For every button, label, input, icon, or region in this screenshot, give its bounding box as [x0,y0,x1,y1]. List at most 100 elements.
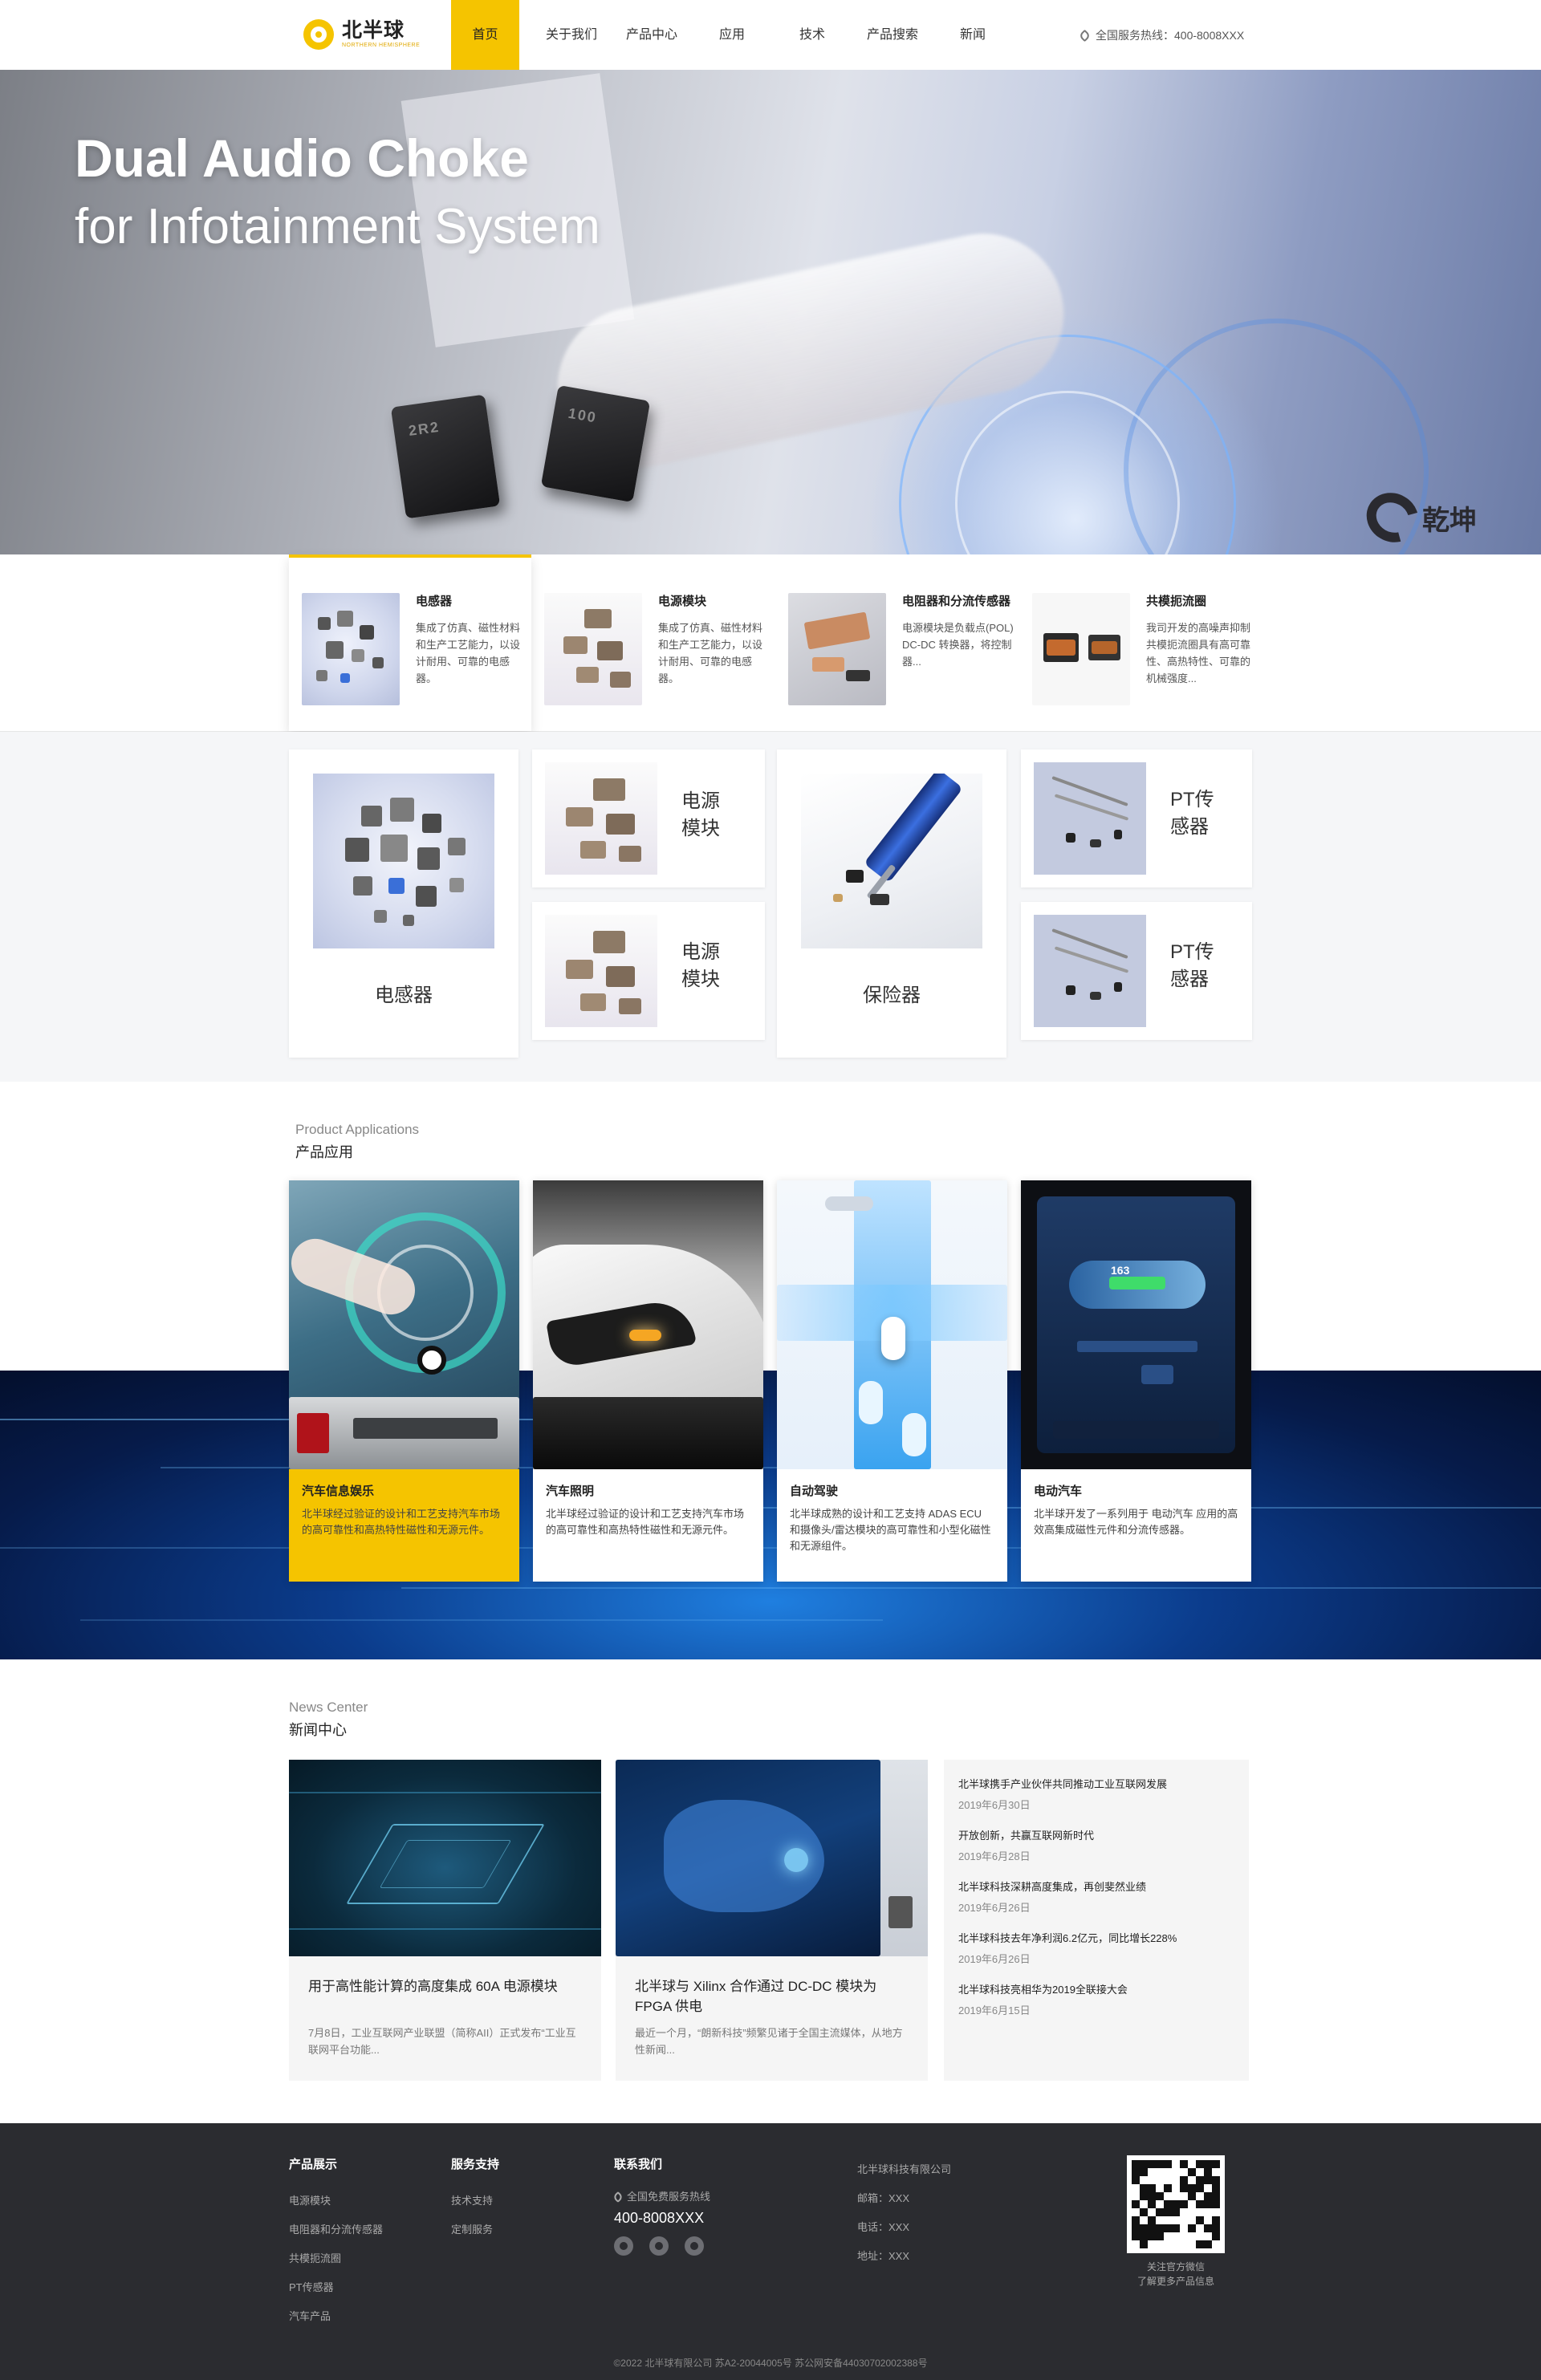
news-title: 北半球与 Xilinx 合作通过 DC-DC 模块为 FPGA 供电 [635,1979,877,2014]
nav-applications[interactable]: 应用 [692,0,772,70]
brand-swirl-icon [1357,483,1428,552]
autonomous-driving-image [777,1180,1007,1469]
product-card-pt-sensor[interactable]: PT传感器 [1021,902,1252,1040]
phone-icon [1078,29,1092,42]
nav-products[interactable]: 产品中心 [612,0,692,70]
news-list-item[interactable]: 北半球科技去年净利润6.2亿元，同比增长228% 2019年6月26日 [958,1930,1234,1981]
ev-dashboard-image: 163 [1021,1180,1251,1469]
footer-company-info: 北半球科技有限公司 邮箱：XXX 电话：XXX 地址：XXX [857,2163,952,2262]
news-card[interactable]: 北半球与 Xilinx 合作通过 DC-DC 模块为 FPGA 供电 最近一个月… [616,1760,928,2081]
footer-phone: 400-8008XXX [614,2210,705,2226]
footer-link[interactable]: 电源模块 [289,2187,383,2216]
news-summary: 7月8日，工业互联网产业联盟（简称AII）正式发布“工业互联网平台功能... [308,2027,576,2056]
wechat-icon[interactable] [685,2236,704,2256]
footer-link[interactable]: 电阻器和分流传感器 [289,2216,383,2244]
product-name: 电感器 [375,985,433,1006]
news-card[interactable]: 用于高性能计算的高度集成 60A 电源模块 7月8日，工业互联网产业联盟（简称A… [289,1760,601,2081]
service-hotline: 全国服务热线：400-8008XXX [1078,27,1245,43]
resistor-thumbnail [788,593,886,705]
product-card-pt-sensor[interactable]: PT传感器 [1021,749,1252,887]
footer-products: 产品展示 电源模块 电阻器和分流传感器 共模扼流圈 PT传感器 汽车产品 [289,2155,383,2331]
choke-component-image: 2R2 [390,394,501,519]
app-card-infotainment[interactable]: 汽车信息娱乐 北半球经过验证的设计和工艺支持汽车市场的高可靠性和高热特性磁性和无… [289,1180,519,1582]
app-card-autonomous-driving[interactable]: 自动驾驶 北半球成熟的设计和工艺支持 ADAS ECU 和摄像头/雷达模块的高可… [777,1180,1007,1582]
footer-link[interactable]: 共模扼流圈 [289,2244,383,2273]
product-card-power-module[interactable]: 电源模块 [532,749,765,887]
dashboard-value: 163 [1111,1264,1130,1277]
news-list-item[interactable]: 开放创新，共赢互联网新时代 2019年6月28日 [958,1827,1234,1878]
section-title: 产品应用 [295,1144,353,1160]
power-module-image [545,762,657,875]
news-summary: 最近一个月，“朗新科技”频繁见诸于全国主流媒体，从地方性新闻... [635,2027,903,2056]
news-list-item[interactable]: 北半球科技亮相华为2019全联接大会 2019年6月15日 [958,1981,1234,2033]
footer-contact: 联系我们 全国免费服务热线 400-8008XXX [612,2155,710,2256]
nav-home[interactable]: 首页 [451,0,519,70]
site-header: 北半球 NORTHERN HEMISPHERE 首页 关于我们 产品中心 应用 … [0,0,1541,70]
wechat-qr-code [1127,2155,1225,2253]
logo-name: 北半球 [342,19,405,42]
footer-link[interactable]: 技术支持 [451,2187,499,2216]
nav-news[interactable]: 新闻 [933,0,1013,70]
applications-section: Product Applications 产品应用 汽车信息娱乐 北半球经过验证… [0,1082,1541,1659]
power-module-image [545,915,657,1027]
hotline-text: 全国服务热线：400-8008XXX [1096,29,1245,42]
product-name: 电源模块 [681,790,720,839]
infotainment-image [289,1180,519,1469]
hero-title: Dual Audio Choke for Infotainment System [75,128,600,254]
nav-about[interactable]: 关于我们 [531,0,612,70]
product-name: PT传感器 [1170,789,1214,838]
phone-icon [612,2191,624,2203]
product-name: 保险器 [863,985,921,1006]
main-nav: 首页 关于我们 产品中心 应用 技术 产品搜索 新闻 [451,0,1013,70]
logo-icon [303,19,334,50]
category-strip: 电感器 集成了仿真、磁性材料和生产工艺能力，以设计耐用、可靠的电感器。 电源模块… [0,554,1541,732]
product-card-inductor[interactable]: 电感器 [289,749,518,1058]
logo-tagline: NORTHERN HEMISPHERE [342,43,421,48]
product-card-power-module[interactable]: 电源模块 [532,902,765,1040]
site-footer: 产品展示 电源模块 电阻器和分流传感器 共模扼流圈 PT传感器 汽车产品 服务支… [0,2123,1541,2380]
brand-watermark: 乾坤 [1357,483,1477,552]
hero-banner[interactable]: 2R2 100 Dual Audio Choke for Infotainmen… [0,70,1541,554]
footer-link[interactable]: 定制服务 [451,2216,499,2244]
product-name: 电源模块 [681,941,720,990]
car-lighting-image [533,1180,763,1469]
category-inductor[interactable]: 电感器 集成了仿真、磁性材料和生产工艺能力，以设计耐用、可靠的电感器。 [289,554,531,731]
nav-product-search[interactable]: 产品搜索 [852,0,933,70]
category-power-module[interactable]: 电源模块 集成了仿真、磁性材料和生产工艺能力，以设计耐用、可靠的电感器。 [531,554,775,731]
power-module-thumbnail [544,593,642,705]
product-grid: 电感器 电源模块 电源模块 保险器 PT传感器 PT传感器 [0,732,1541,1082]
product-name: PT传感器 [1170,941,1214,990]
news-image [289,1760,601,1956]
pt-sensor-image [1034,915,1146,1027]
qq-icon[interactable] [649,2236,669,2256]
section-title-en: Product Applications [295,1122,420,1137]
fuse-image [801,774,982,948]
footer-services: 服务支持 技术支持 定制服务 [451,2155,499,2244]
app-card-electric-vehicle[interactable]: 163 电动汽车 北半球开发了一系列用于 电动汽车 应用的高效高集成磁性元件和分… [1021,1180,1251,1582]
inductor-thumbnail [302,593,400,705]
pt-sensor-image [1034,762,1146,875]
inductor-image [313,774,494,948]
product-card-fuse[interactable]: 保险器 [777,749,1006,1058]
app-card-lighting[interactable]: 汽车照明 北半球经过验证的设计和工艺支持汽车市场的高可靠性和高热特性磁性和无源元… [533,1180,763,1582]
social-links [614,2236,710,2256]
footer-link[interactable]: 汽车产品 [289,2302,383,2331]
news-list-item[interactable]: 北半球携手产业伙伴共同推动工业互联网发展 2019年6月30日 [958,1776,1234,1827]
category-common-mode-choke[interactable]: 共模扼流圈 我司开发的高噪声抑制共模扼流圈具有高可靠性、高热特性、可靠的机械强度… [1019,554,1260,731]
nav-technology[interactable]: 技术 [772,0,852,70]
news-list-item[interactable]: 北半球科技深耕高度集成，再创斐然业绩 2019年6月26日 [958,1878,1234,1930]
news-list: 北半球携手产业伙伴共同推动工业互联网发展 2019年6月30日 开放创新，共赢互… [944,1760,1249,2081]
weibo-icon[interactable] [614,2236,633,2256]
news-section: News Center 新闻中心 用于高性能计算的高度集成 60A 电源模块 7… [0,1659,1541,2123]
footer-link[interactable]: PT传感器 [289,2273,383,2302]
choke-component-image: 100 [540,384,651,503]
logo[interactable]: 北半球 NORTHERN HEMISPHERE [303,16,420,53]
choke-thumbnail [1032,593,1130,705]
news-title: 用于高性能计算的高度集成 60A 电源模块 [308,1979,558,1994]
news-image [616,1760,928,1956]
section-title: 新闻中心 [289,1722,347,1738]
section-title-en: News Center [289,1700,368,1715]
category-resistor-shunt[interactable]: 电阻器和分流传感器 电源模块是负载点(POL) DC-DC 转换器，将控制器..… [775,554,1019,731]
digital-background [0,1371,1541,1659]
copyright: ©2022 北半球有限公司 苏A2-20044005号 苏公网安备4403070… [613,2358,928,2369]
